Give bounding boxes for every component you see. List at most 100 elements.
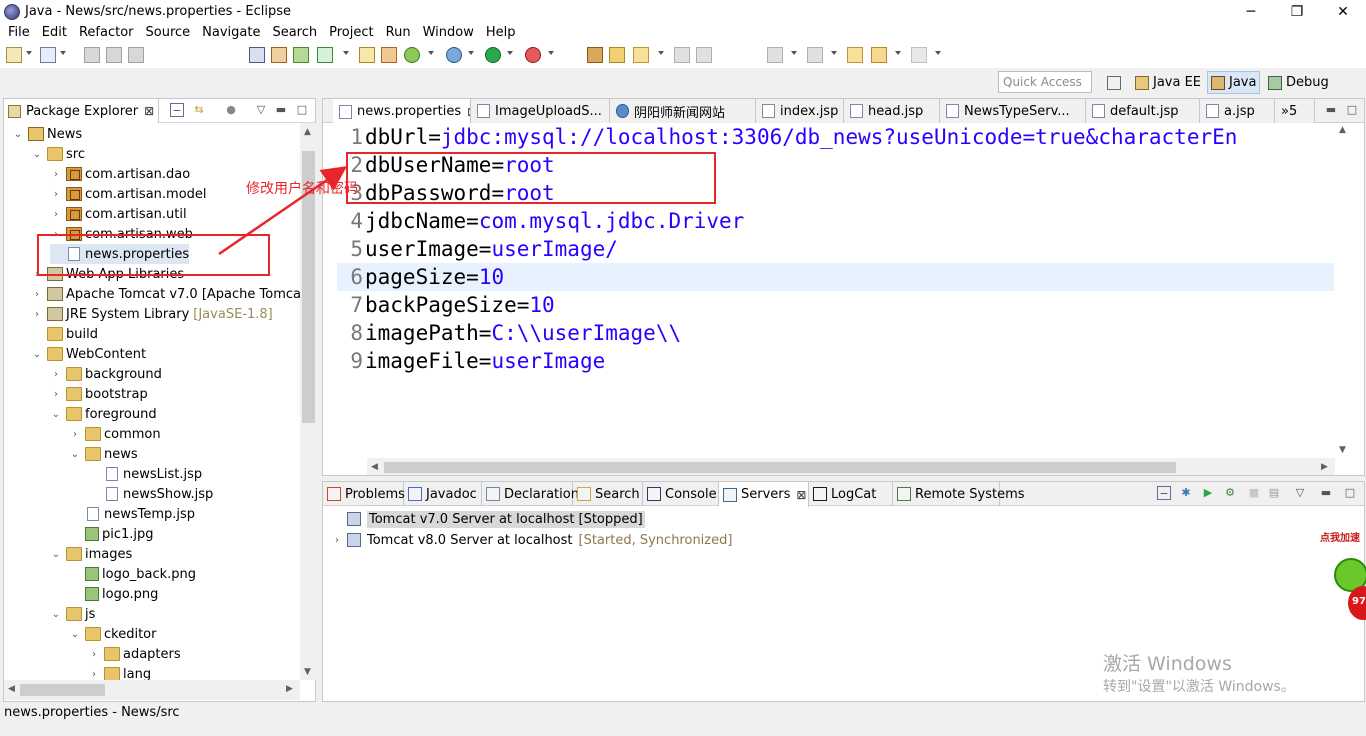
menu-help[interactable]: Help: [480, 25, 522, 40]
tab-package-explorer[interactable]: Package Explorer ⊠: [4, 99, 160, 123]
new-dropdown-icon[interactable]: [26, 51, 32, 55]
menu-source[interactable]: Source: [140, 25, 197, 40]
collapsed-chevron-icon[interactable]: ›: [69, 429, 81, 440]
expanded-chevron-icon[interactable]: ⌄: [50, 609, 62, 620]
tree-item[interactable]: ⌄ js: [50, 604, 96, 624]
tree-item[interactable]: › Apache Tomcat v7.0 [Apache Tomcat v7: [31, 284, 300, 304]
back-icon[interactable]: [871, 47, 887, 63]
maximize-editor-icon[interactable]: □: [1345, 103, 1359, 117]
collapsed-chevron-icon[interactable]: ›: [31, 309, 43, 320]
run-server-icon[interactable]: [381, 47, 397, 63]
tab-console[interactable]: Console: [643, 482, 719, 506]
perspective-java-ee[interactable]: Java EE: [1132, 71, 1204, 94]
perspective-java[interactable]: Java: [1207, 71, 1261, 94]
server-row[interactable]: › Tomcat v8.0 Server at localhost [Started…: [331, 530, 732, 550]
tree-horizontal-scrollbar[interactable]: ◀ ▶: [4, 680, 300, 700]
menu-refactor[interactable]: Refactor: [73, 25, 140, 40]
server-entry[interactable]: Tomcat v8.0 Server at localhost [Started,…: [367, 533, 732, 548]
debug-server-icon[interactable]: ✱: [1179, 486, 1193, 500]
new-file-icon[interactable]: [40, 47, 56, 63]
expanded-chevron-icon[interactable]: ⌄: [31, 149, 43, 160]
tree-item[interactable]: ⌄ foreground: [50, 404, 157, 424]
tab-search[interactable]: Search: [573, 482, 643, 506]
save-all-icon[interactable]: [106, 47, 122, 63]
tree-item[interactable]: › bootstrap: [50, 384, 148, 404]
minimize-view-icon[interactable]: ▬: [1319, 486, 1333, 500]
tab-logcat[interactable]: LogCat: [809, 482, 893, 506]
new-server-icon[interactable]: [359, 47, 375, 63]
editor-vertical-scrollbar[interactable]: ▲ ▼: [1335, 123, 1352, 458]
tree-item[interactable]: ⌄ src: [31, 144, 85, 164]
tree-vertical-scrollbar[interactable]: ▲ ▼: [300, 123, 316, 680]
code-line[interactable]: 1 dbUrl = jdbc:mysql://localhost:3306/db_ne…: [337, 123, 1237, 151]
accelerator-badge[interactable]: 97: [1348, 586, 1366, 620]
tree-item[interactable]: ⌄ WebContent: [31, 344, 146, 364]
maximize-button[interactable]: ❐: [1274, 0, 1320, 23]
quick-access-field[interactable]: Quick Access: [998, 71, 1092, 93]
editor-tab[interactable]: default.jsp: [1086, 99, 1200, 123]
profile-server-icon[interactable]: ⚙: [1223, 486, 1237, 500]
external-tools-icon[interactable]: [525, 47, 541, 63]
editor-tab[interactable]: head.jsp: [844, 99, 940, 123]
forward-icon[interactable]: [911, 47, 927, 63]
menu-file[interactable]: File: [2, 25, 36, 40]
collapsed-chevron-icon[interactable]: ›: [88, 669, 100, 680]
run-icon[interactable]: [485, 47, 501, 63]
link-with-editor-icon[interactable]: ⇆: [192, 103, 206, 117]
scroll-left-icon[interactable]: ◀: [371, 462, 378, 472]
debug-icon[interactable]: [446, 47, 462, 63]
tree-item[interactable]: › common: [69, 424, 161, 444]
menu-window[interactable]: Window: [417, 25, 480, 40]
expanded-chevron-icon[interactable]: ⌄: [12, 129, 24, 140]
scroll-down-icon[interactable]: ▼: [304, 667, 311, 677]
tree-item[interactable]: logo_back.png: [69, 564, 196, 584]
start-server-icon[interactable]: ▶: [1201, 486, 1215, 500]
expanded-chevron-icon[interactable]: ⌄: [69, 629, 81, 640]
last-edit-icon[interactable]: [847, 47, 863, 63]
tree-item[interactable]: › lang: [88, 664, 151, 680]
download-icon[interactable]: [271, 47, 287, 63]
collapsed-chevron-icon[interactable]: ›: [50, 189, 62, 200]
collapsed-chevron-icon[interactable]: ›: [88, 649, 100, 660]
tree-item[interactable]: newsShow.jsp: [88, 484, 213, 504]
collapsed-chevron-icon[interactable]: ›: [50, 389, 62, 400]
code-line[interactable]: 7 backPageSize = 10: [337, 291, 554, 319]
editor-tab[interactable]: index.jsp: [756, 99, 844, 123]
view-menu-icon[interactable]: ▽: [1293, 486, 1307, 500]
refresh-icon[interactable]: [404, 47, 420, 63]
minimize-button[interactable]: ─: [1228, 0, 1274, 23]
focus-task-icon[interactable]: ●: [224, 103, 238, 117]
scroll-thumb[interactable]: [20, 684, 105, 696]
scroll-right-icon[interactable]: ▶: [1321, 462, 1328, 472]
collapsed-chevron-icon[interactable]: ›: [50, 369, 62, 380]
tree-item[interactable]: ⌄ News: [12, 124, 82, 144]
search-dropdown-icon[interactable]: [658, 51, 664, 55]
tree-item[interactable]: › background: [50, 364, 162, 384]
tree-item[interactable]: › com.artisan.dao: [50, 164, 190, 184]
editor-tab[interactable]: NewsTypeServ...: [940, 99, 1086, 123]
scroll-thumb[interactable]: [384, 462, 1176, 473]
forward-dropdown-icon[interactable]: [935, 51, 941, 55]
editor-tab[interactable]: »5: [1275, 99, 1315, 123]
code-line[interactable]: 8 imagePath = C:\\userImage\\: [337, 319, 681, 347]
refresh-dropdown-icon[interactable]: [428, 51, 434, 55]
scroll-up-icon[interactable]: ▲: [304, 127, 311, 137]
expanded-chevron-icon[interactable]: ⌄: [69, 449, 81, 460]
close-window-button[interactable]: ✕: [1320, 0, 1366, 23]
editor-tab[interactable]: news.properties⊠: [333, 99, 471, 124]
expanded-chevron-icon[interactable]: ⌄: [50, 549, 62, 560]
minimize-view-icon[interactable]: ▬: [274, 103, 288, 117]
next-annotation-icon[interactable]: [767, 47, 783, 63]
external-tools-dropdown-icon[interactable]: [548, 51, 554, 55]
tree-item[interactable]: › JRE System Library [JavaSE-1.8]: [31, 304, 273, 324]
back-dropdown-icon[interactable]: [895, 51, 901, 55]
collapsed-chevron-icon[interactable]: ›: [31, 289, 43, 300]
scroll-right-icon[interactable]: ▶: [286, 684, 293, 694]
open-folder-icon[interactable]: [609, 47, 625, 63]
editor-tab[interactable]: ImageUploadS...: [471, 99, 610, 123]
tree-item[interactable]: pic1.jpg: [69, 524, 154, 544]
tree-item[interactable]: ⌄ ckeditor: [69, 624, 157, 644]
expanded-chevron-icon[interactable]: ⌄: [31, 349, 43, 360]
tree-item[interactable]: › adapters: [88, 644, 181, 664]
scroll-down-icon[interactable]: ▼: [1339, 445, 1346, 455]
